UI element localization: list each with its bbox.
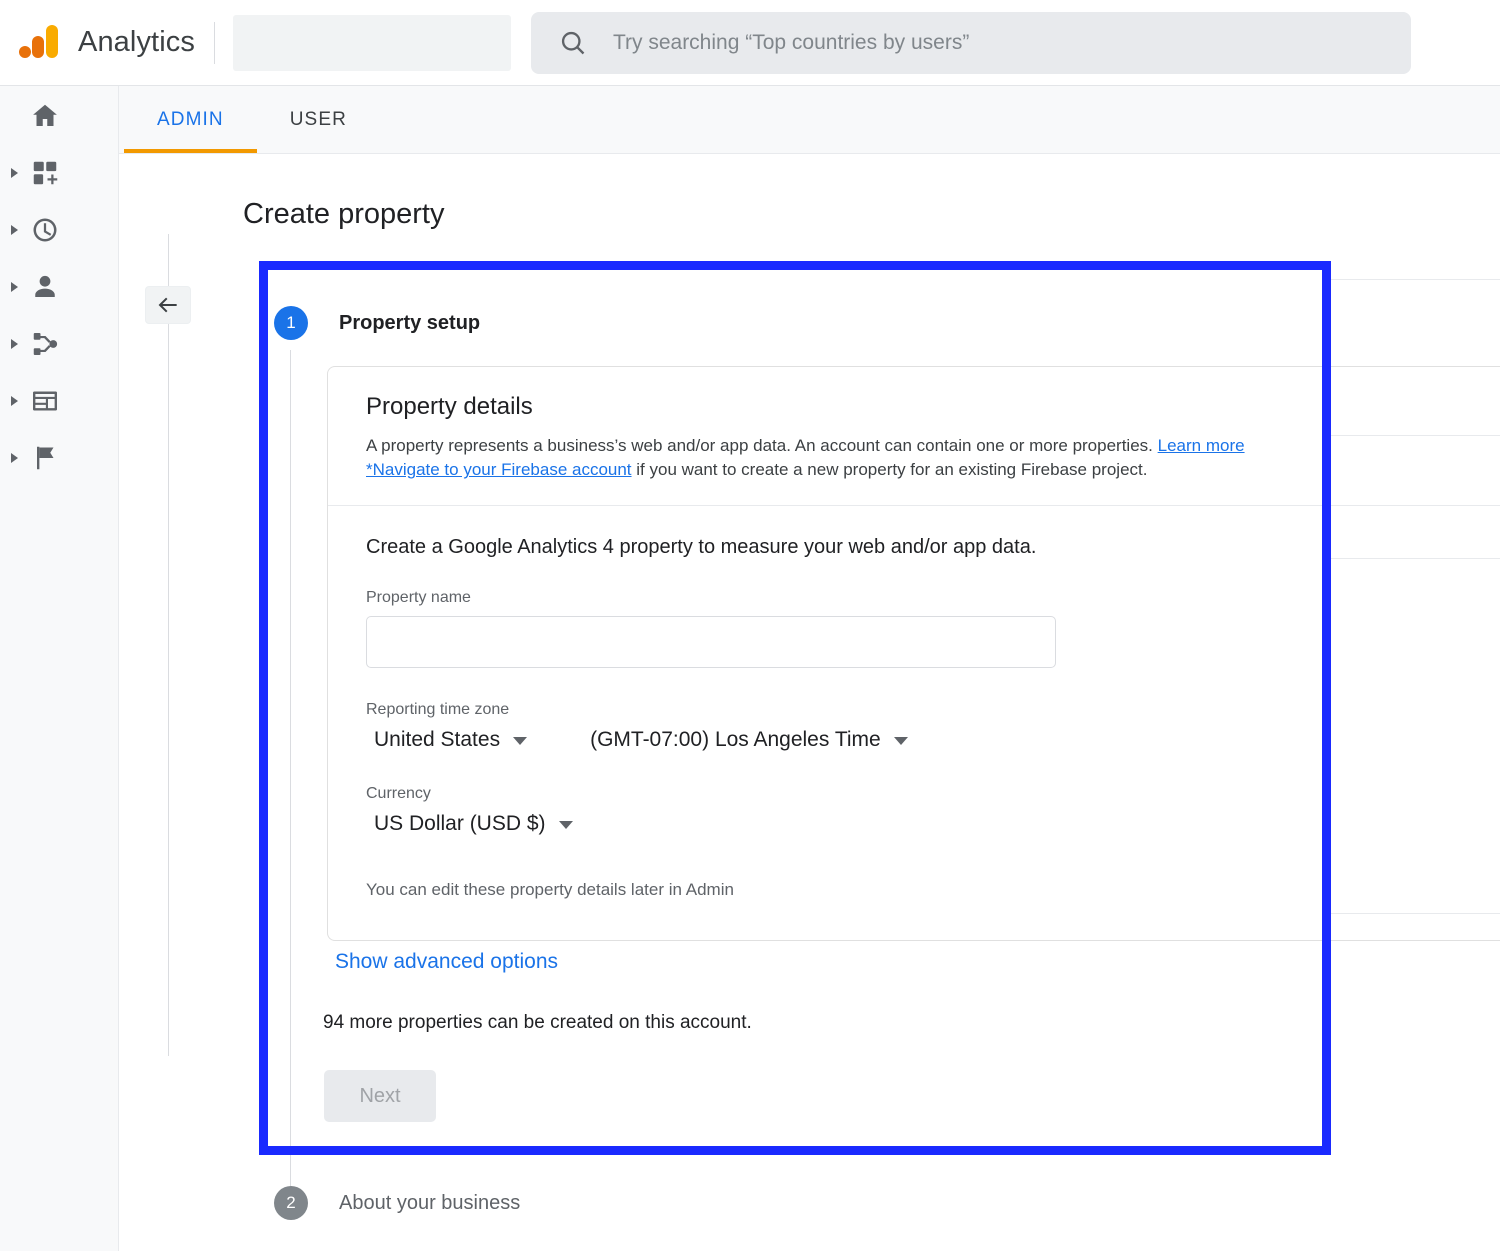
property-details-heading: Property details xyxy=(366,393,533,420)
stepper-step-1: 1 Property setup xyxy=(274,306,480,340)
tab-user[interactable]: USER xyxy=(257,86,380,153)
card-bottom-line xyxy=(1331,913,1500,914)
chevron-right-icon xyxy=(11,225,18,235)
chevron-right-icon xyxy=(11,339,18,349)
currency-value: US Dollar (USD $) xyxy=(374,811,546,835)
currency-select[interactable]: US Dollar (USD $) xyxy=(374,812,573,836)
chevron-down-icon xyxy=(558,821,573,830)
learn-more-link[interactable]: Learn more xyxy=(1158,436,1245,455)
chevron-right-icon xyxy=(11,168,18,178)
arrow-left-icon xyxy=(158,297,177,313)
currency-select-row: US Dollar (USD $) xyxy=(366,812,1462,836)
property-details-section: Property details A property represents a… xyxy=(328,367,1500,505)
property-details-description: A property represents a business’s web a… xyxy=(366,434,1274,483)
card-edge-line xyxy=(1331,279,1500,280)
property-setup-card: Property details A property represents a… xyxy=(327,366,1500,941)
tab-admin[interactable]: ADMIN xyxy=(124,86,257,153)
brand: Analytics xyxy=(0,20,215,66)
sidebar-item-dashboards[interactable] xyxy=(0,145,118,201)
chevron-down-icon xyxy=(893,737,908,746)
brand-divider xyxy=(213,21,215,64)
google-analytics-logo xyxy=(19,24,58,58)
property-name-label: Property name xyxy=(366,588,471,606)
step-1-label: Property setup xyxy=(339,311,481,334)
property-name-input[interactable] xyxy=(366,615,1056,668)
main-content: Create property 1 Property setup Propert… xyxy=(119,154,1500,1251)
panel-divider xyxy=(168,234,169,1056)
form-lead-text: Create a Google Analytics 4 property to … xyxy=(366,535,1037,558)
currency-label: Currency xyxy=(366,784,431,802)
next-button[interactable]: Next xyxy=(324,1070,436,1122)
chevron-right-icon xyxy=(11,282,18,292)
share-branch-icon xyxy=(33,333,58,355)
account-selector-placeholder[interactable] xyxy=(232,14,511,71)
timezone-zone-select[interactable]: (GMT-07:00) Los Angeles Time xyxy=(590,728,908,752)
show-advanced-options-link[interactable]: Show advanced options xyxy=(335,950,558,974)
top-bar: Analytics xyxy=(0,0,1500,86)
realtime-clock-icon xyxy=(33,218,57,242)
step-2-number: 2 xyxy=(274,1186,308,1220)
brand-name: Analytics xyxy=(78,26,195,58)
admin-user-tabs: ADMIN USER xyxy=(119,86,1500,154)
left-sidebar xyxy=(0,86,119,1251)
details-desc-text-2: if you want to create a new property for… xyxy=(631,460,1148,480)
sidebar-item-library[interactable] xyxy=(0,373,118,429)
chevron-down-icon xyxy=(513,737,528,746)
firebase-account-link[interactable]: *Navigate to your Firebase account xyxy=(366,460,632,479)
home-icon xyxy=(33,104,57,126)
timezone-zone-value: (GMT-07:00) Los Angeles Time xyxy=(590,727,881,751)
details-desc-text-1: A property represents a business’s web a… xyxy=(366,436,1158,455)
person-icon xyxy=(35,275,55,297)
stepper-step-2[interactable]: 2 About your business xyxy=(274,1186,520,1220)
property-quota-note: 94 more properties can be created on thi… xyxy=(323,1012,752,1033)
card-section-line xyxy=(1331,435,1500,436)
search-input[interactable] xyxy=(612,30,1353,55)
chevron-right-icon xyxy=(11,453,18,463)
search-icon xyxy=(561,31,585,54)
library-layout-icon xyxy=(33,391,57,411)
timezone-country-select[interactable]: United States xyxy=(374,727,528,752)
add-dashboard-icon xyxy=(33,161,58,185)
timezone-country-value: United States xyxy=(374,727,501,751)
step-2-label: About your business xyxy=(339,1191,521,1214)
flag-icon xyxy=(37,446,54,470)
chevron-right-icon xyxy=(11,396,18,406)
step-1-number: 1 xyxy=(274,306,308,340)
stepper-rail xyxy=(290,350,291,1186)
sidebar-item-realtime[interactable] xyxy=(0,202,118,258)
sidebar-item-advertising[interactable] xyxy=(0,430,118,486)
edit-later-note: You can edit these property details late… xyxy=(366,879,734,899)
property-form-section: Create a Google Analytics 4 property to … xyxy=(328,506,1500,940)
page-title: Create property xyxy=(243,198,445,230)
sidebar-item-explore[interactable] xyxy=(0,316,118,372)
sidebar-item-audience[interactable] xyxy=(0,259,118,315)
sidebar-item-home[interactable] xyxy=(0,88,118,144)
reporting-timezone-label: Reporting time zone xyxy=(366,700,510,718)
timezone-selects: United States (GMT-07:00) Los Angeles Ti… xyxy=(366,728,1462,752)
collapse-panel-button[interactable] xyxy=(145,286,191,324)
card-section-line xyxy=(1331,558,1500,559)
search-bar[interactable] xyxy=(530,11,1411,74)
